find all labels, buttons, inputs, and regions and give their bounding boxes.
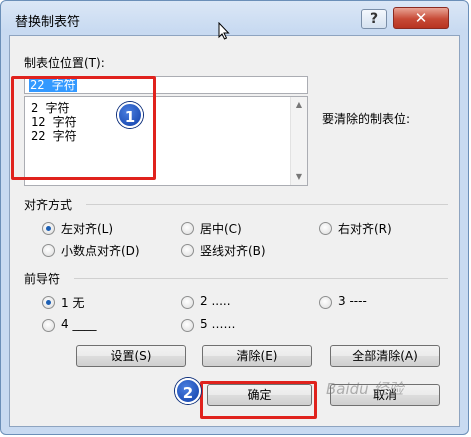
annotation-highlight-box-1 <box>11 76 156 180</box>
title-bar[interactable]: 替换制表符 ? ✕ <box>1 1 468 35</box>
annotation-badge-1: 1 <box>117 102 143 128</box>
clear-all-button[interactable]: 全部清除(A) <box>330 345 440 367</box>
radio-leader-dashes[interactable] <box>319 296 332 309</box>
radio-align-bar-label[interactable]: 竖线对齐(B) <box>200 242 266 259</box>
radio-leader-dots[interactable] <box>181 296 194 309</box>
window-title: 替换制表符 <box>15 15 81 30</box>
radio-leader-ellipsis-label[interactable]: 5 …… <box>200 317 235 331</box>
radio-leader-underline-label[interactable]: 4 ____ <box>61 317 96 331</box>
radio-leader-none-label[interactable]: 1 无 <box>61 294 84 311</box>
list-scrollbar[interactable]: ▲ ▼ <box>290 97 307 185</box>
radio-leader-none[interactable] <box>42 296 55 309</box>
to-clear-label: 要清除的制表位: <box>322 112 411 126</box>
radio-leader-dots-label[interactable]: 2 ..... <box>200 294 231 308</box>
radio-align-right-label[interactable]: 右对齐(R) <box>338 220 392 237</box>
radio-leader-underline[interactable] <box>42 319 55 332</box>
annotation-badge-2: 2 <box>175 378 201 404</box>
radio-align-center-label[interactable]: 居中(C) <box>200 220 242 237</box>
annotation-highlight-box-2 <box>200 381 317 419</box>
radio-align-right[interactable] <box>319 222 332 235</box>
leader-group-label: 前导符 <box>24 272 61 286</box>
radio-leader-dashes-label[interactable]: 3 ---- <box>338 294 367 308</box>
alignment-group-divider <box>86 204 448 205</box>
radio-align-left-label[interactable]: 左对齐(L) <box>61 220 113 237</box>
help-button[interactable]: ? <box>361 9 387 29</box>
radio-align-decimal[interactable] <box>42 244 55 257</box>
scroll-up-icon[interactable]: ▲ <box>291 97 307 113</box>
close-button[interactable]: ✕ <box>393 7 449 29</box>
radio-align-center[interactable] <box>181 222 194 235</box>
tab-position-label: 制表位位置(T): <box>24 56 105 70</box>
clear-button[interactable]: 清除(E) <box>202 345 312 367</box>
radio-leader-ellipsis[interactable] <box>181 319 194 332</box>
alignment-group-label: 对齐方式 <box>24 198 73 212</box>
watermark-logo: Baidu 经验 <box>326 380 404 398</box>
leader-group-divider <box>74 278 448 279</box>
radio-align-bar[interactable] <box>181 244 194 257</box>
scroll-down-icon[interactable]: ▼ <box>291 169 307 185</box>
radio-align-left[interactable] <box>42 222 55 235</box>
set-button[interactable]: 设置(S) <box>76 345 186 367</box>
radio-align-decimal-label[interactable]: 小数点对齐(D) <box>61 242 140 259</box>
